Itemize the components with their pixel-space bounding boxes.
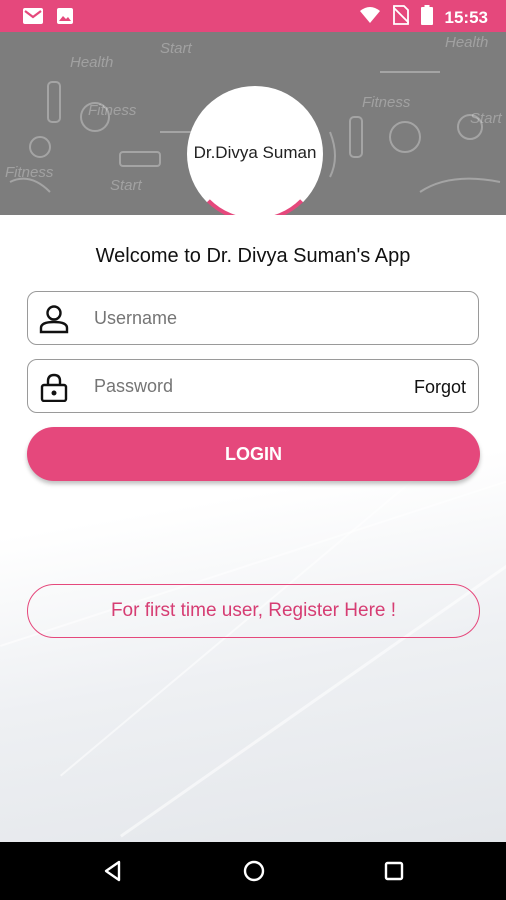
- image-icon: [56, 7, 74, 30]
- home-icon[interactable]: [242, 859, 266, 883]
- password-field[interactable]: Forgot: [27, 359, 479, 413]
- login-button[interactable]: LOGIN: [27, 427, 480, 481]
- status-bar: 15:53: [0, 0, 506, 32]
- gmail-icon: [22, 7, 44, 30]
- system-nav-bar: [0, 842, 506, 900]
- user-icon: [38, 304, 70, 334]
- no-sim-icon: [391, 5, 410, 30]
- forgot-password-link[interactable]: Forgot: [414, 377, 466, 398]
- header-banner: Health Fitness Start Fitness Start Healt…: [0, 32, 506, 215]
- recents-icon[interactable]: [382, 859, 406, 883]
- register-button[interactable]: For first time user, Register Here !: [27, 584, 480, 638]
- password-input[interactable]: [94, 376, 394, 397]
- login-panel: Welcome to Dr. Divya Suman's App Forgot …: [0, 215, 506, 842]
- lock-icon: [38, 372, 70, 403]
- status-clock: 15:53: [444, 7, 488, 27]
- wifi-icon: [359, 6, 381, 29]
- battery-icon: [420, 5, 433, 30]
- welcome-heading: Welcome to Dr. Divya Suman's App: [95, 245, 411, 267]
- logo-text: Dr.Divya Suman: [193, 143, 317, 162]
- back-icon[interactable]: [101, 859, 125, 883]
- logo-avatar: Dr.Divya Suman: [187, 86, 323, 215]
- username-field[interactable]: [27, 291, 479, 345]
- username-input[interactable]: [94, 308, 394, 329]
